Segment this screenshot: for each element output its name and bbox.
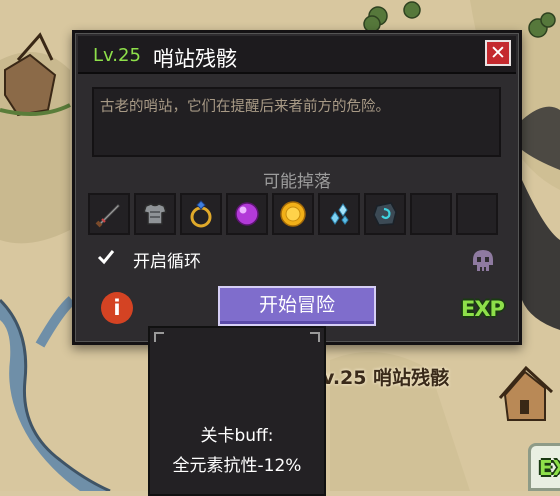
buff-tooltip: 关卡buff: 全元素抗性-12%	[148, 326, 326, 496]
exp-badge[interactable]: EXP	[461, 297, 505, 321]
drops-title: 可能掉落	[263, 172, 331, 192]
side-exp-label: EX	[539, 456, 560, 480]
map-stage-label[interactable]: v.25 哨站残骸	[322, 363, 449, 390]
start-adventure-button[interactable]: 开始冒险	[218, 286, 376, 326]
chest-armor-icon	[143, 203, 167, 225]
description-box: 古老的哨站，它们在提醒后来者前方的危险。	[92, 87, 501, 157]
stage-description: 古老的哨站，它们在提醒后来者前方的危险。	[100, 99, 390, 115]
gold-coin-icon	[280, 201, 306, 227]
drop-slot-empty	[410, 193, 452, 235]
drop-slot-orb[interactable]	[226, 193, 268, 235]
drop-slot-empty	[456, 193, 498, 235]
crystal-shards-icon	[330, 203, 349, 225]
title-bar: Lv.25 哨站残骸 ✕	[78, 36, 516, 74]
buff-value: 全元素抗性-12%	[172, 456, 302, 476]
purple-orb-icon	[235, 202, 259, 226]
sapphire-ring-icon	[190, 200, 212, 228]
drop-slot-armor[interactable]	[134, 193, 176, 235]
drop-slot-sword[interactable]	[88, 193, 130, 235]
sword-icon	[95, 204, 120, 228]
skull-icon[interactable]	[468, 247, 498, 277]
tooltip-corner	[154, 332, 164, 342]
loop-checkbox[interactable]	[97, 248, 115, 266]
stage-level: Lv.25	[93, 45, 141, 66]
tooltip-corner	[310, 332, 320, 342]
drop-slot-coin[interactable]	[272, 193, 314, 235]
buff-title: 关卡buff:	[200, 426, 274, 446]
drop-slot-rune[interactable]	[364, 193, 406, 235]
stage-name: 哨站残骸	[153, 47, 237, 71]
loop-label[interactable]: 开启循环	[133, 247, 201, 272]
rune-stone-icon	[373, 202, 397, 226]
drop-slot-ring[interactable]	[180, 193, 222, 235]
close-button[interactable]: ✕	[485, 40, 511, 66]
info-icon[interactable]: i	[101, 292, 133, 324]
side-exp-button[interactable]: EX	[528, 443, 560, 491]
drop-slot-crystal[interactable]	[318, 193, 360, 235]
stage-dialog: Lv.25 哨站残骸 ✕ 古老的哨站，它们在提醒后来者前方的危险。 可能掉落 开…	[72, 30, 522, 345]
